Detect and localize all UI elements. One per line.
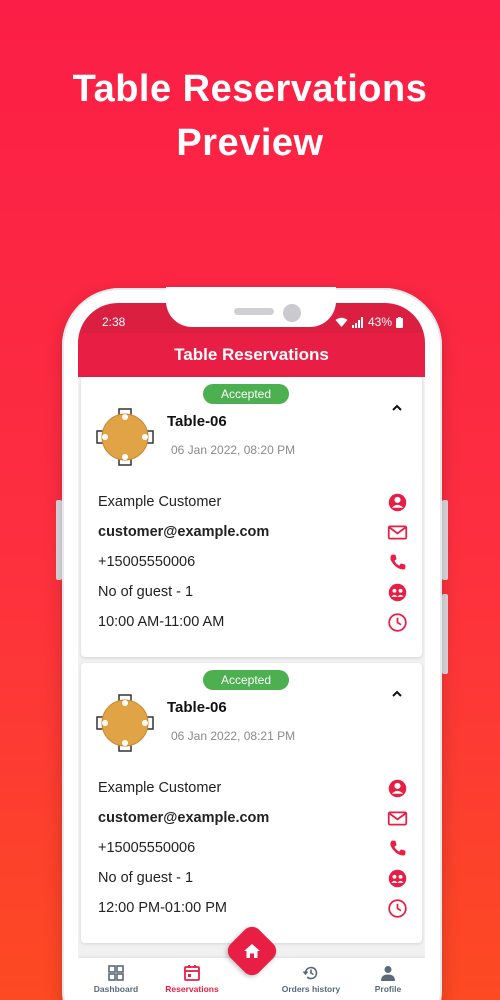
history-icon — [302, 966, 318, 980]
nav-orders-history[interactable]: Orders history — [278, 964, 344, 994]
customer-name: Example Customer — [98, 494, 222, 510]
email-row: customer@example.com — [98, 521, 408, 545]
signal-icon — [351, 316, 363, 328]
phone-camera — [283, 304, 301, 322]
phone-icon — [390, 840, 406, 856]
group-icon — [388, 583, 407, 602]
clock-icon — [388, 613, 407, 632]
reservation-card[interactable]: Accepted Table-06 06 Jan 2022, 08:20 PM … — [81, 377, 422, 657]
round-table-icon — [96, 408, 154, 466]
phone-notch — [166, 287, 336, 327]
clock-icon — [388, 899, 407, 918]
time-row: 12:00 PM-01:00 PM — [98, 897, 408, 921]
status-badge: Accepted — [203, 384, 289, 404]
time-row: 10:00 AM-11:00 AM — [98, 611, 408, 635]
customer-row: Example Customer — [98, 777, 408, 801]
customer-phone: +15005550006 — [98, 554, 196, 570]
phone-screen: 2:38 43% Table Reservations Accepted Tab… — [78, 303, 425, 1000]
app-bar-title: Table Reservations — [78, 333, 425, 377]
nav-dashboard[interactable]: Dashboard — [92, 964, 140, 994]
nav-dashboard-label: Dashboard — [93, 984, 139, 994]
wifi-icon — [335, 317, 348, 327]
nav-orders-history-label: Orders history — [281, 984, 341, 994]
phone-row: +15005550006 — [98, 837, 408, 861]
email-row: customer@example.com — [98, 807, 408, 831]
phone-row: +15005550006 — [98, 551, 408, 575]
promo-title: Table Reservations Preview — [0, 62, 500, 170]
status-badge: Accepted — [203, 670, 289, 690]
phone-volume-down-button — [442, 594, 448, 674]
group-icon — [388, 869, 407, 888]
home-icon[interactable] — [241, 940, 263, 962]
customer-phone: +15005550006 — [98, 840, 196, 856]
customer-email: customer@example.com — [98, 810, 270, 826]
round-table-icon — [96, 694, 154, 752]
reservation-card[interactable]: Accepted Table-06 06 Jan 2022, 08:21 PM … — [81, 663, 422, 943]
reservation-date: 06 Jan 2022, 08:21 PM — [171, 729, 296, 743]
status-time: 2:38 — [102, 315, 126, 329]
guests-row: No of guest - 1 — [98, 581, 408, 605]
mail-icon — [387, 525, 408, 540]
promo-title-line2: Preview — [176, 122, 324, 164]
table-name: Table-06 — [167, 699, 227, 716]
mail-icon — [387, 811, 408, 826]
chevron-up-icon[interactable] — [390, 401, 404, 415]
dashboard-icon — [108, 965, 124, 981]
guest-count: No of guest - 1 — [98, 584, 194, 600]
chevron-up-icon[interactable] — [390, 687, 404, 701]
battery-percent: 43% — [367, 315, 392, 329]
time-slot: 12:00 PM-01:00 PM — [98, 900, 227, 916]
nav-profile-label: Profile — [374, 984, 402, 994]
reservation-date: 06 Jan 2022, 08:20 PM — [171, 443, 296, 457]
nav-profile[interactable]: Profile — [368, 964, 408, 994]
table-name: Table-06 — [167, 413, 227, 430]
status-icons: 43% — [335, 315, 403, 329]
phone-speaker — [234, 308, 274, 315]
nav-reservations[interactable]: Reservations — [162, 964, 222, 994]
guest-count: No of guest - 1 — [98, 870, 194, 886]
guests-row: No of guest - 1 — [98, 867, 408, 891]
promo-title-line1: Table Reservations — [72, 68, 428, 110]
calendar-icon — [184, 965, 200, 981]
account-circle-icon — [388, 779, 407, 798]
battery-icon — [396, 316, 403, 328]
customer-email: customer@example.com — [98, 524, 270, 540]
time-slot: 10:00 AM-11:00 AM — [98, 614, 225, 630]
phone-icon — [390, 554, 406, 570]
nav-reservations-label: Reservations — [165, 984, 219, 994]
person-icon — [381, 966, 395, 981]
phone-volume-up-button — [442, 500, 448, 580]
customer-name: Example Customer — [98, 780, 222, 796]
customer-row: Example Customer — [98, 491, 408, 515]
account-circle-icon — [388, 493, 407, 512]
